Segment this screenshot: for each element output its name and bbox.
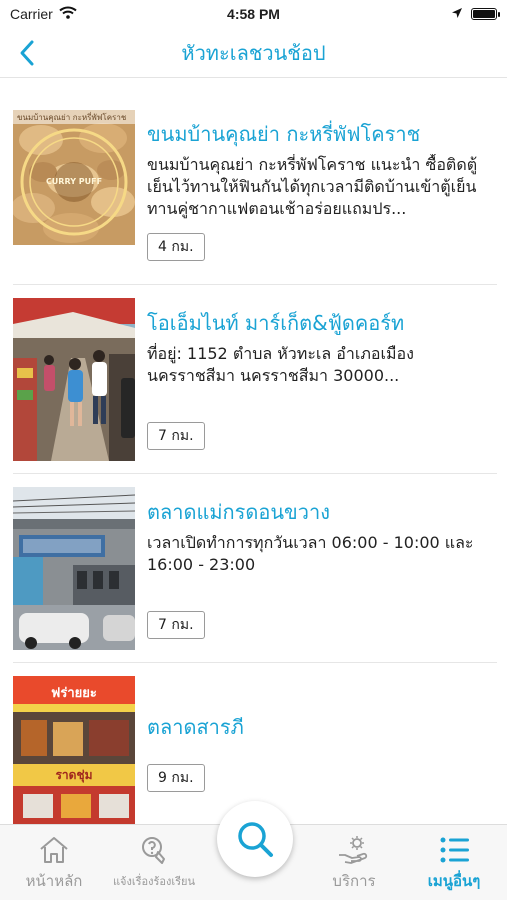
tab-bar: หน้าหลัก แจ้งเรื่องร้องเรียน บริการ เมนู… [0,801,507,900]
item-description: เวลาเปิดทำการทุกวันเวลา 06:00 - 10:00 แล… [147,533,474,574]
stall-sign-bottom: ราดชุ่ม [55,768,93,782]
item-title: โอเอ็มไนท์ มาร์เก็ต&ฟู้ดคอร์ท [147,311,405,335]
status-right [451,6,500,22]
distance-badge: 7 กม. [147,611,205,639]
distance-badge: 4 กม. [147,233,205,261]
shop-list: ขนมบ้านคุณย่า กะหรี่พัฟโคราช CURRY PUFF … [0,96,507,824]
wifi-icon [59,6,77,22]
item-description: ที่อยู่: 1152 ตำบล หัวทะเล อำเภอเมือง นค… [147,344,414,385]
complaint-icon [142,837,165,864]
tab-home[interactable]: หน้าหลัก [6,835,102,893]
search-button[interactable] [217,801,293,877]
item-thumbnail-curry-puff: ขนมบ้านคุณย่า กะหรี่พัฟโคราช CURRY PUFF [13,110,135,245]
item-description: ขนมบ้านคุณย่า กะหรี่พัฟโคราช แนะนำ ซื้อต… [147,155,478,218]
list-item[interactable]: ตลาดแม่กรดอนขวาง เวลาเปิดทำการทุกวันเวลา… [0,474,507,663]
list-item[interactable]: ขนมบ้านคุณย่า กะหรี่พัฟโคราช CURRY PUFF … [0,96,507,285]
tab-complaint[interactable]: แจ้งเรื่องร้องเรียน [106,835,202,890]
page-title: หัวทะเลชวนช้อป [181,40,326,65]
item-thumbnail-market-building [13,487,135,650]
item-title: ตลาดสารภี [147,715,244,739]
battery-icon [471,8,500,20]
distance-badge: 9 กม. [147,764,205,792]
stall-sign-top: ฟร่ายยะ [51,686,97,701]
item-body: ขนมบ้านคุณย่า กะหรี่พัฟโคราช ขนมบ้านคุณย… [147,120,497,220]
tab-service[interactable]: บริการ [306,835,402,893]
curry-puff-badge: CURRY PUFF [45,177,103,186]
item-body: ตลาดสารภี [147,713,497,741]
navigation-bar: หัวทะเลชวนช้อป [0,28,507,78]
tab-label: หน้าหลัก [25,872,83,890]
item-title: ขนมบ้านคุณย่า กะหรี่พัฟโคราช [147,122,421,146]
tab-label: บริการ [332,872,376,890]
home-icon [40,837,68,863]
tab-more-menu[interactable]: เมนูอื่นๆ [406,835,502,893]
tab-label: แจ้งเรื่องร้องเรียน [112,875,196,888]
location-arrow-icon [451,6,463,22]
item-thumbnail-night-market [13,298,135,461]
carrier-label: Carrier [10,6,53,22]
status-bar: Carrier 4:58 PM [0,0,507,28]
item-title: ตลาดแม่กรดอนขวาง [147,500,330,524]
item-body: ตลาดแม่กรดอนขวาง เวลาเปิดทำการทุกวันเวลา… [147,498,497,576]
tab-label: เมนูอื่นๆ [427,872,481,890]
list-item[interactable]: ฟร่ายยะ ราดชุ่ม ตลาดสารภี 9 กม. [0,663,507,824]
item-thumbnail-food-stall: ฟร่ายยะ ราดชุ่ม [13,676,135,824]
chevron-left-icon [20,40,34,66]
thumbnail-caption: ขนมบ้านคุณย่า กะหรี่พัฟโคราช [17,113,127,122]
list-menu-icon [440,837,469,863]
list-item[interactable]: โอเอ็มไนท์ มาร์เก็ต&ฟู้ดคอร์ท ที่อยู่: 1… [0,285,507,474]
item-body: โอเอ็มไนท์ มาร์เก็ต&ฟู้ดคอร์ท ที่อยู่: 1… [147,309,497,387]
search-icon [238,822,273,857]
back-button[interactable] [10,36,44,70]
service-hand-icon [339,836,368,864]
status-left: Carrier [10,6,77,22]
distance-badge: 7 กม. [147,422,205,450]
